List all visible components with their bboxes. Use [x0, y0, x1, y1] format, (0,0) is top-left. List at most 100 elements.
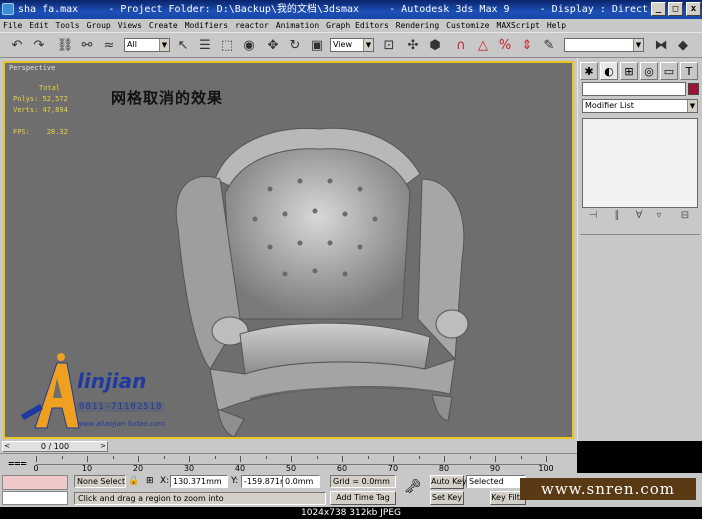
undo-icon[interactable]: ↶: [8, 37, 26, 55]
menu-maxscript[interactable]: MAXScript: [497, 19, 540, 32]
logo-phone: 0811-71102518: [77, 402, 165, 412]
window-crossing-icon[interactable]: ◉: [240, 37, 258, 55]
maximize-button[interactable]: □: [668, 2, 683, 16]
menu-graph-editors[interactable]: Graph Editors: [326, 19, 389, 32]
select-object-icon[interactable]: ↖: [174, 37, 192, 55]
menu-create[interactable]: Create: [149, 19, 178, 32]
command-panel-tabs: ✱ ◐ ⊞ ◎ ▭ T: [580, 62, 700, 80]
overlay-caption: 网格取消的效果: [111, 89, 224, 107]
menu-reactor[interactable]: reactor: [235, 19, 269, 32]
lock-selection-icon[interactable]: 🔒: [128, 475, 139, 488]
select-by-name-icon[interactable]: ☰: [196, 37, 214, 55]
menu-help[interactable]: Help: [547, 19, 566, 32]
pin-stack-icon[interactable]: ⊣: [586, 209, 600, 223]
add-time-tag-button[interactable]: Add Time Tag: [330, 491, 396, 505]
select-and-rotate-icon[interactable]: ↻: [286, 37, 304, 55]
percent-snap-icon[interactable]: %: [496, 37, 514, 55]
pivot-center-icon[interactable]: ⊡: [380, 37, 398, 55]
curve-editor-icon[interactable]: ⩶: [8, 457, 27, 469]
stats-fps-label: FPS:: [13, 128, 30, 136]
object-name-field[interactable]: [582, 82, 686, 96]
ruler-tick: [469, 456, 471, 459]
menu-modifiers[interactable]: Modifiers: [185, 19, 228, 32]
create-tab-icon[interactable]: ✱: [580, 62, 598, 80]
display-tab-icon[interactable]: ▭: [660, 62, 678, 80]
mirror-icon[interactable]: ⧓: [652, 37, 670, 55]
select-and-link-icon[interactable]: ⛓: [56, 37, 74, 55]
edit-named-selection-icon[interactable]: ✎: [540, 37, 558, 55]
menu-edit[interactable]: Edit: [29, 19, 48, 32]
set-key-button[interactable]: Set Key: [430, 491, 464, 505]
select-and-scale-icon[interactable]: ▣: [308, 37, 326, 55]
stats-header: Total: [39, 84, 61, 92]
ruler-tick-label: 70: [387, 464, 399, 473]
modifier-list-dropdown[interactable]: Modifier List ▼: [582, 99, 698, 113]
show-end-result-icon[interactable]: ∥: [610, 209, 624, 223]
reference-coord-dropdown[interactable]: View ▼: [330, 38, 374, 52]
minimize-button[interactable]: _: [651, 2, 666, 16]
selection-filter-dropdown[interactable]: All ▼: [124, 38, 170, 52]
auto-key-button[interactable]: Auto Key: [430, 475, 467, 489]
named-selection-sets-dropdown[interactable]: ▼: [564, 38, 644, 52]
viewport-label[interactable]: Perspective: [9, 64, 55, 72]
menu-tools[interactable]: Tools: [56, 19, 80, 32]
menu-customize[interactable]: Customize: [446, 19, 489, 32]
time-slider-thumb[interactable]: 0 / 100: [2, 441, 108, 452]
main-toolbar: ↶ ↷ ⛓ ⚯ ≈ All ▼ ↖ ☰ ⬚ ◉ ✥ ↻ ▣ View ▼ ⊡ ✣…: [0, 32, 702, 58]
x-coordinate-field[interactable]: 130.371mm: [170, 475, 228, 488]
ruler-tick: [87, 456, 88, 462]
rectangular-selection-icon[interactable]: ⬚: [218, 37, 236, 55]
armchair-model[interactable]: [170, 119, 475, 439]
angle-snap-icon[interactable]: △: [474, 37, 492, 55]
frame-display: 0 / 100: [40, 442, 70, 451]
ruler-tick-label: 20: [132, 464, 144, 473]
ruler-tick: [393, 456, 394, 462]
ruler-tick: [291, 456, 292, 462]
menu-views[interactable]: Views: [118, 19, 142, 32]
close-button[interactable]: x: [686, 2, 701, 16]
ruler-tick: [546, 456, 547, 462]
remove-modifier-icon[interactable]: ▿: [652, 209, 666, 223]
ruler-tick: [36, 456, 37, 462]
absolute-mode-icon[interactable]: ⊞: [146, 475, 154, 488]
maxscript-listener-mini[interactable]: [2, 475, 68, 490]
menu-file[interactable]: File: [3, 19, 22, 32]
app-icon[interactable]: [2, 3, 14, 15]
next-frame-arrow[interactable]: >: [98, 441, 108, 452]
time-slider[interactable]: 0 / 100 < >: [0, 441, 577, 453]
configure-modifier-sets-icon[interactable]: ⊟: [678, 209, 692, 223]
chevron-down-icon: ▼: [687, 100, 697, 112]
perspective-viewport[interactable]: Perspective Total Polys: 52,572 Verts: 4…: [3, 61, 574, 439]
track-bar[interactable]: ⩶ 0 10 20 30 40 50 60 70 80 90 100: [0, 453, 577, 473]
make-unique-icon[interactable]: ∀: [632, 209, 646, 223]
select-and-manipulate-icon[interactable]: ✣: [404, 37, 422, 55]
frame-ruler[interactable]: 0 10 20 30 40 50 60 70 80 90 100: [33, 456, 554, 473]
ruler-tick: [240, 456, 241, 462]
key-mode-icon[interactable]: 🗝: [404, 479, 422, 495]
selection-set-dropdown[interactable]: Selected: [466, 475, 526, 488]
menu-group[interactable]: Group: [87, 19, 111, 32]
ruler-tick-label: 40: [234, 464, 246, 473]
z-coordinate-field[interactable]: 0.0mm: [282, 475, 320, 488]
object-color-swatch[interactable]: [688, 83, 699, 95]
bind-space-warp-icon[interactable]: ≈: [100, 37, 118, 55]
motion-tab-icon[interactable]: ◎: [640, 62, 658, 80]
redo-icon[interactable]: ↷: [30, 37, 48, 55]
unlink-icon[interactable]: ⚯: [78, 37, 96, 55]
modifier-stack[interactable]: [582, 118, 698, 208]
maxscript-input-mini[interactable]: [2, 491, 68, 505]
keyboard-shortcut-toggle-icon[interactable]: ⬢: [426, 37, 444, 55]
modify-tab-icon[interactable]: ◐: [600, 62, 618, 80]
align-icon[interactable]: ◆: [674, 37, 692, 55]
ruler-tick: [112, 456, 114, 459]
y-label: Y:: [231, 476, 239, 486]
select-and-move-icon[interactable]: ✥: [264, 37, 282, 55]
prev-frame-arrow[interactable]: <: [2, 441, 12, 452]
command-panel: ✱ ◐ ⊞ ◎ ▭ T Modifier List ▼ ⊣ ∥ ∀ ▿ ⊟: [577, 58, 702, 441]
hierarchy-tab-icon[interactable]: ⊞: [620, 62, 638, 80]
spinner-snap-icon[interactable]: ⇕: [518, 37, 536, 55]
snaps-toggle-icon[interactable]: ∩: [452, 37, 470, 55]
menu-rendering[interactable]: Rendering: [396, 19, 439, 32]
menu-animation[interactable]: Animation: [276, 19, 319, 32]
utilities-tab-icon[interactable]: T: [680, 62, 698, 80]
